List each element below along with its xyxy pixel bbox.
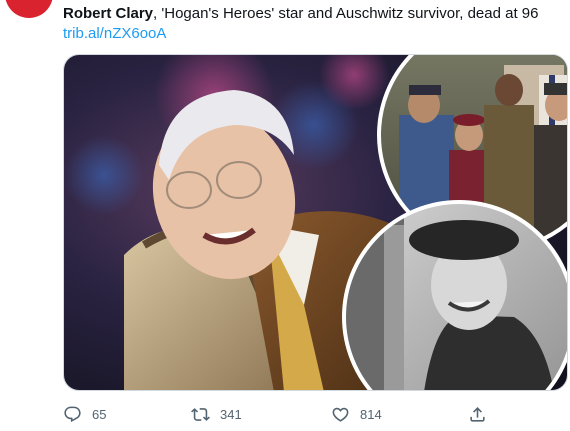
tweet-card: Robert Clary, 'Hogan's Heroes' star and … bbox=[0, 0, 570, 431]
tweet-headline-rest: , 'Hogan's Heroes' star and Auschwitz su… bbox=[153, 5, 539, 22]
share-button[interactable] bbox=[468, 400, 487, 428]
retweet-button[interactable]: 341 bbox=[191, 400, 242, 428]
like-button[interactable]: 814 bbox=[331, 400, 382, 428]
avatar[interactable] bbox=[5, 0, 53, 18]
retweet-count: 341 bbox=[220, 406, 242, 422]
retweet-icon bbox=[191, 407, 210, 421]
like-count: 814 bbox=[360, 406, 382, 422]
media-collage bbox=[64, 55, 567, 390]
tweet-link[interactable]: trib.al/nZX6ooA bbox=[63, 24, 166, 44]
tweet-media[interactable] bbox=[63, 54, 568, 391]
share-icon bbox=[470, 406, 485, 422]
reply-icon bbox=[64, 406, 81, 422]
tweet-actions: 65 341 814 bbox=[63, 400, 513, 428]
reply-count: 65 bbox=[92, 406, 107, 422]
heart-icon bbox=[332, 407, 349, 422]
tweet-headline-name: Robert Clary bbox=[63, 5, 154, 22]
reply-button[interactable]: 65 bbox=[63, 400, 106, 428]
tweet-text: Robert Clary, 'Hogan's Heroes' star and … bbox=[63, 4, 563, 24]
